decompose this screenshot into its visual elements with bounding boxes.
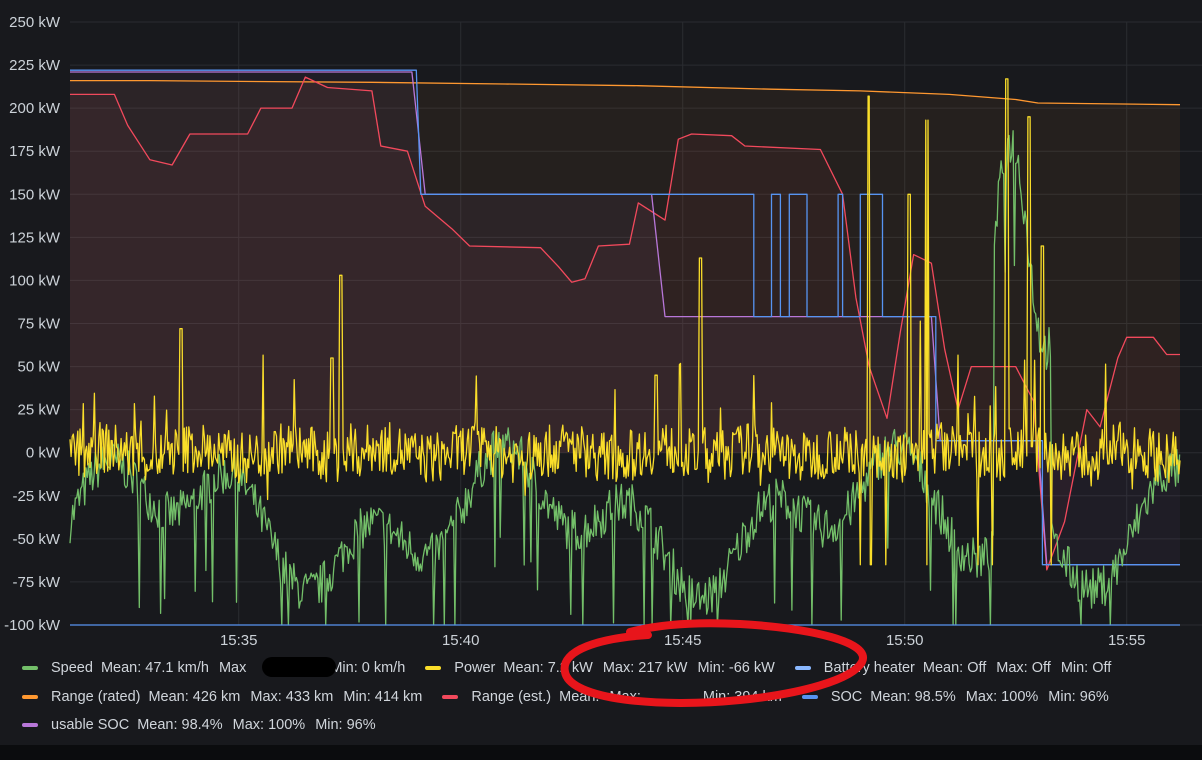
y-tick-label: -25 kW bbox=[12, 488, 60, 505]
legend-swatch-range-est bbox=[442, 694, 459, 699]
legend-stat-mean: Mean: bbox=[559, 688, 600, 705]
legend-label: Range (est.) bbox=[471, 688, 552, 705]
y-tick-label: 100 kW bbox=[9, 272, 61, 289]
y-tick-label: 150 kW bbox=[9, 186, 61, 203]
legend-stat-min: Min: Off bbox=[1060, 660, 1112, 677]
legend-stat-mean: Mean: 98.5% bbox=[870, 688, 956, 705]
legend-label: SOC bbox=[830, 688, 863, 705]
legend-stat-max: Max: 217 kW bbox=[602, 660, 688, 677]
y-tick-label: 25 kW bbox=[17, 402, 60, 419]
legend: Speed Mean: 47.1 km/h Max Min: 0 km/h Po… bbox=[22, 654, 1197, 740]
legend-stat-max: Max: 100% bbox=[965, 688, 1039, 705]
legend-item-range-est[interactable]: Range (est.) Mean: Max: Min: 394 km bbox=[442, 689, 792, 705]
legend-stat-max: Max: 433 km bbox=[250, 688, 334, 705]
y-tick-label: -100 kW bbox=[4, 617, 61, 634]
legend-stat-max: Max: bbox=[609, 688, 641, 705]
legend-stat-mean: Mean: 98.4% bbox=[137, 717, 223, 734]
legend-row-1: Speed Mean: 47.1 km/h Max Min: 0 km/h Po… bbox=[22, 654, 1197, 683]
legend-stat-mean: Mean: 426 km bbox=[148, 688, 241, 705]
legend-item-soc[interactable]: SOC Mean: 98.5% Max: 100% Min: 96% bbox=[801, 688, 1119, 705]
legend-swatch-speed bbox=[22, 666, 38, 671]
legend-stat-mean: Mean: 7.2 kW bbox=[503, 660, 593, 677]
legend-swatch-heater bbox=[794, 666, 811, 671]
legend-item-range-rated[interactable]: Range (rated) Mean: 426 km Max: 433 km M… bbox=[22, 689, 432, 705]
y-tick-label: 75 kW bbox=[17, 316, 60, 333]
y-tick-label: 0 kW bbox=[26, 445, 61, 462]
x-tick-label: 15:45 bbox=[664, 632, 702, 649]
legend-item-speed[interactable]: Speed Mean: 47.1 km/h Max Min: 0 km/h bbox=[22, 660, 415, 676]
y-tick-label: -50 kW bbox=[12, 531, 60, 548]
legend-row-3: usable SOC Mean: 98.4% Max: 100% Min: 96… bbox=[22, 711, 1197, 740]
x-tick-label: 15:40 bbox=[442, 632, 480, 649]
y-tick-label: 250 kW bbox=[9, 14, 61, 31]
legend-stat-min: Min: 394 km bbox=[702, 688, 782, 705]
legend-swatch-range-rated bbox=[22, 694, 38, 699]
legend-stat-min: Min: 96% bbox=[315, 717, 376, 734]
legend-item-battery-heater[interactable]: Battery heater Mean: Off Max: Off Min: O… bbox=[794, 660, 1122, 677]
y-tick-label: -75 kW bbox=[12, 574, 60, 591]
y-tick-label: 175 kW bbox=[9, 143, 61, 160]
legend-stat-min: Min: 414 km bbox=[343, 688, 423, 705]
legend-label: Speed bbox=[51, 660, 93, 677]
legend-swatch-power bbox=[425, 666, 442, 671]
x-tick-label: 15:55 bbox=[1108, 632, 1146, 649]
legend-stat-min: Min: 96% bbox=[1048, 688, 1109, 705]
legend-stat-min: Min: 0 km/h bbox=[330, 660, 406, 677]
x-axis: 15:35 15:40 15:45 15:50 15:55 bbox=[220, 632, 1146, 649]
y-tick-label: 50 kW bbox=[17, 359, 60, 376]
legend-stat-min: Min: -66 kW bbox=[697, 660, 775, 677]
bottom-bar bbox=[0, 745, 1202, 760]
legend-stat-mean: Mean: 47.1 km/h bbox=[100, 660, 209, 677]
y-tick-label: 200 kW bbox=[9, 100, 61, 117]
legend-item-usable-soc[interactable]: usable SOC Mean: 98.4% Max: 100% Min: 96… bbox=[22, 717, 386, 733]
legend-item-power[interactable]: Power Mean: 7.2 kW Max: 217 kW Min: -66 … bbox=[425, 660, 785, 676]
legend-swatch-soc bbox=[801, 694, 818, 699]
time-series-chart: 250 kW 225 kW 200 kW 175 kW 150 kW 125 kW 100 … bbox=[4, 14, 1202, 649]
legend-label: Power bbox=[454, 660, 496, 677]
x-tick-label: 15:50 bbox=[886, 632, 924, 649]
legend-label: usable SOC bbox=[51, 717, 130, 734]
y-tick-label: 225 kW bbox=[9, 57, 61, 74]
y-axis: 250 kW 225 kW 200 kW 175 kW 150 kW 125 kW 100 … bbox=[4, 14, 61, 634]
legend-label: Range (rated) bbox=[51, 688, 141, 705]
legend-row-2: Range (rated) Mean: 426 km Max: 433 km M… bbox=[22, 683, 1197, 712]
x-tick-label: 15:35 bbox=[220, 632, 258, 649]
legend-stat-max: Max: 100% bbox=[232, 717, 306, 734]
y-tick-label: 125 kW bbox=[9, 229, 61, 246]
redaction-bar bbox=[262, 657, 336, 677]
legend-stat-max: Max bbox=[218, 660, 247, 677]
legend-stat-max: Max: Off bbox=[996, 660, 1051, 677]
legend-stat-mean: Mean: Off bbox=[922, 660, 987, 677]
legend-label: Battery heater bbox=[823, 660, 915, 677]
legend-swatch-usable-soc bbox=[22, 723, 38, 728]
